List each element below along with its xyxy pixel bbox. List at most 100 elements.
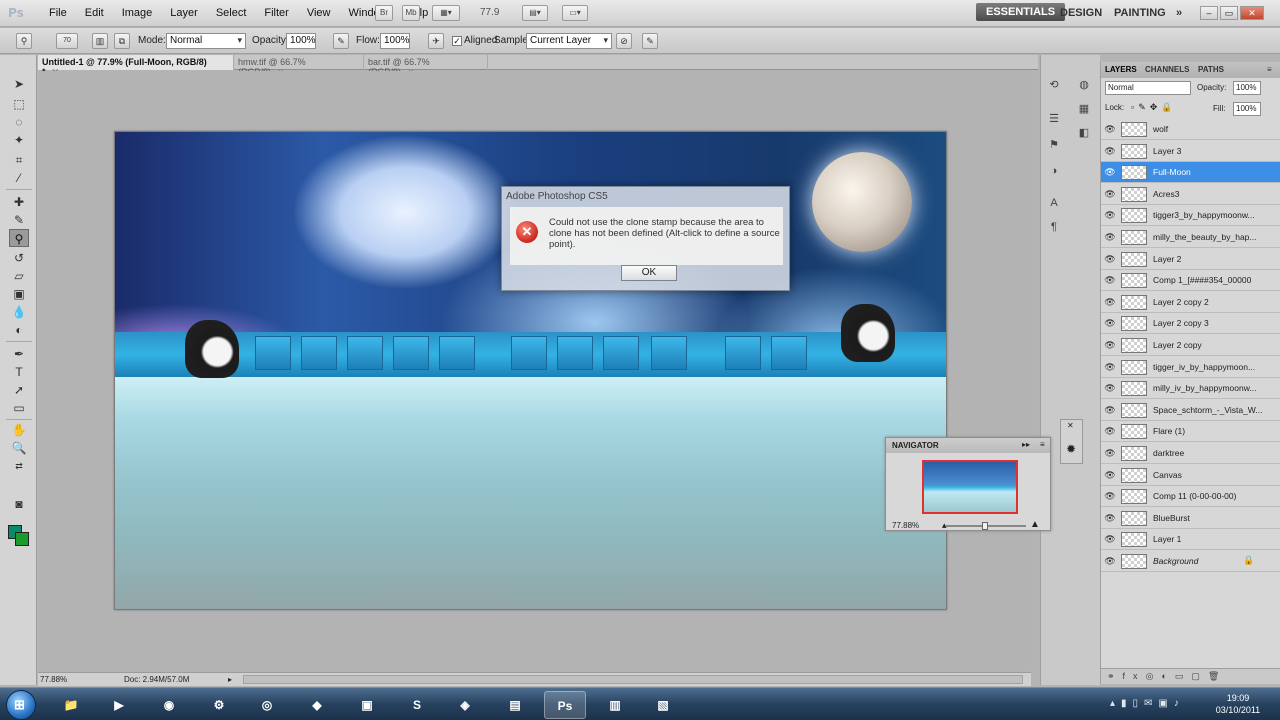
masks-icon[interactable]: ◑ xyxy=(1045,163,1063,179)
shape-tool-icon[interactable]: ▭ xyxy=(9,399,29,417)
layer-thumbnail[interactable] xyxy=(1121,360,1147,375)
layer-name[interactable]: tigger_iv_by_happymoon... xyxy=(1153,362,1273,372)
app-icon[interactable]: ▧ xyxy=(642,691,684,719)
link-layers-icon[interactable]: ⚭ xyxy=(1107,671,1123,681)
app-icon[interactable]: ◈ xyxy=(444,691,486,719)
layer-row[interactable]: 👁 Layer 2 copy 2 xyxy=(1101,292,1280,313)
restore-icon[interactable]: ▭ xyxy=(1220,6,1238,20)
layer-row[interactable]: 👁 Layer 3 xyxy=(1101,141,1280,162)
visibility-eye-icon[interactable]: 👁 xyxy=(1104,253,1116,265)
menu-file[interactable]: File xyxy=(40,0,76,27)
group-icon[interactable]: ▭ xyxy=(1175,671,1192,681)
close-icon[interactable]: ✕ xyxy=(1240,6,1264,20)
layer-name[interactable]: wolf xyxy=(1153,124,1273,134)
layer-row[interactable]: 👁 Space_schtorm_-_Vista_W... xyxy=(1101,400,1280,421)
character-icon[interactable]: A xyxy=(1045,195,1063,211)
sample-select[interactable]: Current Layer xyxy=(526,33,612,49)
color-icon[interactable]: ◍ xyxy=(1075,77,1093,93)
close-icon[interactable]: ✕ xyxy=(1067,421,1074,430)
layer-name[interactable]: Full-Moon xyxy=(1153,167,1273,177)
styles-icon[interactable]: ◧ xyxy=(1075,125,1093,141)
media-player-icon[interactable]: ▶ xyxy=(98,691,140,719)
minimize-icon[interactable]: – xyxy=(1200,6,1218,20)
explorer-icon[interactable]: 📁 xyxy=(50,691,92,719)
clock[interactable]: 19:09 03/10/2011 xyxy=(1208,692,1268,716)
mode-select[interactable]: Normal xyxy=(166,33,246,49)
layer-row[interactable]: 👁 Layer 1 xyxy=(1101,529,1280,550)
start-button[interactable]: ⊞ xyxy=(6,690,36,720)
brush-preset-picker[interactable]: 70 xyxy=(56,33,78,49)
layer-name[interactable]: Canvas xyxy=(1153,470,1273,480)
layer-thumbnail[interactable] xyxy=(1121,252,1147,267)
layer-row[interactable]: 👁 BlueBurst xyxy=(1101,508,1280,529)
layer-name[interactable]: Layer 3 xyxy=(1153,146,1273,156)
history-brush-tool-icon[interactable]: ↺ xyxy=(9,249,29,267)
layer-name[interactable]: Layer 2 xyxy=(1153,254,1273,264)
layer-row[interactable]: 👁 Layer 2 xyxy=(1101,249,1280,270)
layer-thumbnail[interactable] xyxy=(1121,403,1147,418)
zoom-tool-icon[interactable]: 🔍 xyxy=(9,439,29,457)
delete-layer-icon[interactable]: 🗑 xyxy=(1208,671,1227,681)
layer-row[interactable]: 👁 Canvas xyxy=(1101,465,1280,486)
pen-tool-icon[interactable]: ✒ xyxy=(9,345,29,363)
swatches-icon[interactable]: ▦ xyxy=(1075,101,1093,117)
pressure-size-icon[interactable]: ✎ xyxy=(642,33,658,49)
actions-icon[interactable]: ⚑ xyxy=(1045,137,1063,153)
layer-name[interactable]: Layer 2 copy xyxy=(1153,340,1273,350)
layer-name[interactable]: tigger3_by_happymoonw... xyxy=(1153,210,1273,220)
tab-hmw[interactable]: hmw.tif @ 66.7% (RGB/8)✕ xyxy=(234,55,364,77)
horizontal-scrollbar[interactable] xyxy=(243,675,1023,684)
visibility-eye-icon[interactable]: 👁 xyxy=(1104,512,1116,524)
layer-row[interactable]: 👁 milly_iv_by_happymoonw... xyxy=(1101,378,1280,399)
layer-fill-input[interactable]: 100% xyxy=(1233,102,1261,116)
eraser-tool-icon[interactable]: ▱ xyxy=(9,267,29,285)
skype-icon[interactable]: S xyxy=(396,691,438,719)
layer-row[interactable]: 👁 Full-Moon xyxy=(1101,162,1280,183)
tab-layers[interactable]: LAYERS xyxy=(1105,65,1137,74)
chrome-icon[interactable]: ◉ xyxy=(148,691,190,719)
quick-mask-icon[interactable]: ◙ xyxy=(9,495,29,513)
layer-row[interactable]: 👁 Comp 11 (0-00-00-00) xyxy=(1101,486,1280,507)
app-icon[interactable]: ⚙ xyxy=(198,691,240,719)
visibility-eye-icon[interactable]: 👁 xyxy=(1104,296,1116,308)
layer-row[interactable]: 👁 darktree xyxy=(1101,443,1280,464)
layer-row[interactable]: 👁 Layer 2 copy 3 xyxy=(1101,313,1280,334)
visibility-eye-icon[interactable]: 👁 xyxy=(1104,209,1116,221)
panel-menu-icon[interactable]: ▸▸ xyxy=(1022,440,1030,449)
zoom-in-icon[interactable]: ▲ xyxy=(1030,519,1040,530)
navigator-zoom[interactable]: 77.88% xyxy=(892,521,919,530)
layer-row[interactable]: 👁 Flare (1) xyxy=(1101,421,1280,442)
tab-untitled-1[interactable]: Untitled-1 @ 77.9% (Full-Moon, RGB/8) *✕ xyxy=(38,55,234,77)
layer-name[interactable]: Background xyxy=(1153,556,1273,566)
layer-style-icon[interactable]: fx xyxy=(1123,671,1146,681)
layer-thumbnail[interactable] xyxy=(1121,424,1147,439)
history-icon[interactable]: ⟲ xyxy=(1045,77,1063,93)
layer-row[interactable]: 👁 tigger3_by_happymoonw... xyxy=(1101,205,1280,226)
tab-paths[interactable]: PATHS xyxy=(1198,65,1224,74)
visibility-eye-icon[interactable]: 👁 xyxy=(1104,123,1116,135)
tab-channels[interactable]: CHANNELS xyxy=(1145,65,1189,74)
layer-thumbnail[interactable] xyxy=(1121,144,1147,159)
visibility-eye-icon[interactable]: 👁 xyxy=(1104,490,1116,502)
layer-name[interactable]: Layer 1 xyxy=(1153,534,1273,544)
layer-row[interactable]: 👁 Layer 2 copy xyxy=(1101,335,1280,356)
blur-tool-icon[interactable]: 💧 xyxy=(9,303,29,321)
workspace-design[interactable]: DESIGN xyxy=(1060,7,1102,19)
workspace-essentials[interactable]: ESSENTIALS xyxy=(976,3,1066,21)
menu-edit[interactable]: Edit xyxy=(76,0,113,27)
visibility-eye-icon[interactable]: 👁 xyxy=(1104,274,1116,286)
menu-image[interactable]: Image xyxy=(113,0,162,27)
visibility-eye-icon[interactable]: 👁 xyxy=(1104,166,1116,178)
app-icon[interactable]: ▥ xyxy=(594,691,636,719)
visibility-eye-icon[interactable]: 👁 xyxy=(1104,188,1116,200)
zoom-level[interactable]: 77.9 xyxy=(480,7,499,18)
layer-thumbnail[interactable] xyxy=(1121,532,1147,547)
navigator-icon[interactable]: ✹ xyxy=(1066,442,1076,456)
layer-thumbnail[interactable] xyxy=(1121,187,1147,202)
app-icon[interactable]: ▤ xyxy=(494,691,536,719)
gradient-tool-icon[interactable]: ▣ xyxy=(9,285,29,303)
layer-opacity-input[interactable]: 100% xyxy=(1233,81,1261,95)
layer-thumbnail[interactable] xyxy=(1121,208,1147,223)
visibility-eye-icon[interactable]: 👁 xyxy=(1104,404,1116,416)
screen-mode-icon[interactable]: ▭▾ xyxy=(562,5,588,21)
